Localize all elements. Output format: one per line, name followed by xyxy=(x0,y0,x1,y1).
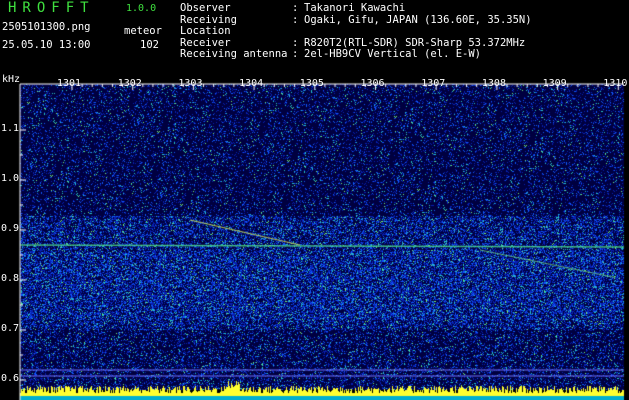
info-value: Takanori Kawachi xyxy=(304,2,406,14)
info-sep: : xyxy=(292,2,299,14)
x-tick-label: 1301 xyxy=(57,78,82,89)
info-key: Receiving Location xyxy=(180,13,237,37)
x-tick-label: 1305 xyxy=(299,78,324,89)
info-key: Observer xyxy=(180,2,231,14)
info-value: Ogaki, Gifu, JAPAN (136.60E, 35.35N) xyxy=(304,13,532,26)
x-tick-label: 1306 xyxy=(360,78,385,89)
spectrogram xyxy=(0,70,629,400)
x-tick-label: 1310 xyxy=(603,78,628,89)
x-tick-label: 1308 xyxy=(481,78,506,89)
x-tick-label: 1303 xyxy=(178,78,203,89)
x-tick-label: 1309 xyxy=(542,78,567,89)
y-tick-label: 1.0 xyxy=(1,173,20,184)
x-tick-label: 1304 xyxy=(239,78,264,89)
info-value: 2el-HB9CV Vertical (el. E-W) xyxy=(304,48,482,60)
info-sep: : xyxy=(292,13,299,26)
app-version: 1.0.0 xyxy=(126,3,157,14)
x-tick-label: 1302 xyxy=(117,78,142,89)
y-tick-label: 0.9 xyxy=(1,223,20,234)
x-tick-label: 1307 xyxy=(421,78,446,89)
filename: 2505101300.png xyxy=(2,21,91,33)
meteor-count: 102 xyxy=(140,39,159,51)
app-title: HROFFT xyxy=(8,0,95,16)
y-tick-label: 0.6 xyxy=(1,373,20,384)
y-tick-label: 1.1 xyxy=(1,123,20,134)
y-tick-label: 0.7 xyxy=(1,323,20,334)
info-panel: Observer : Takanori Kawachi Receiving Lo… xyxy=(180,2,532,61)
info-key: Receiving antenna xyxy=(180,48,288,60)
datetime: 25.05.10 13:00 xyxy=(2,39,91,51)
y-axis-unit: kHz xyxy=(2,74,21,85)
info-sep: : xyxy=(292,48,299,60)
meteor-label: meteor xyxy=(124,25,162,37)
y-tick-label: 0.8 xyxy=(1,273,20,284)
